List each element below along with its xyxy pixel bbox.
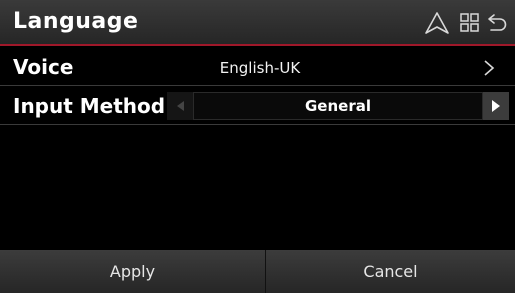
language-settings-screen: Language Voice English-UK Input Method G… [0, 0, 515, 293]
input-method-label: Input Method [13, 94, 166, 118]
arrow-right-icon [492, 100, 500, 112]
cancel-button[interactable]: Cancel [266, 250, 515, 293]
grid-menu-icon[interactable] [457, 11, 483, 35]
back-icon[interactable] [485, 11, 511, 35]
navigation-icon[interactable] [424, 11, 450, 35]
page-title: Language [13, 9, 139, 34]
voice-value: English-UK [219, 59, 301, 77]
arrow-left-icon [176, 101, 184, 111]
chevron-right-icon[interactable] [482, 59, 496, 77]
next-option-button[interactable] [483, 92, 509, 120]
input-method-selector[interactable]: General [193, 92, 483, 120]
previous-option-button[interactable] [167, 92, 193, 120]
header-bar: Language [0, 0, 515, 46]
apply-button[interactable]: Apply [0, 250, 265, 293]
footer-bar: Apply Cancel [0, 250, 515, 293]
input-method-row: Input Method General [0, 87, 515, 125]
voice-label: Voice [13, 55, 74, 79]
voice-row[interactable]: Voice English-UK [0, 48, 515, 86]
